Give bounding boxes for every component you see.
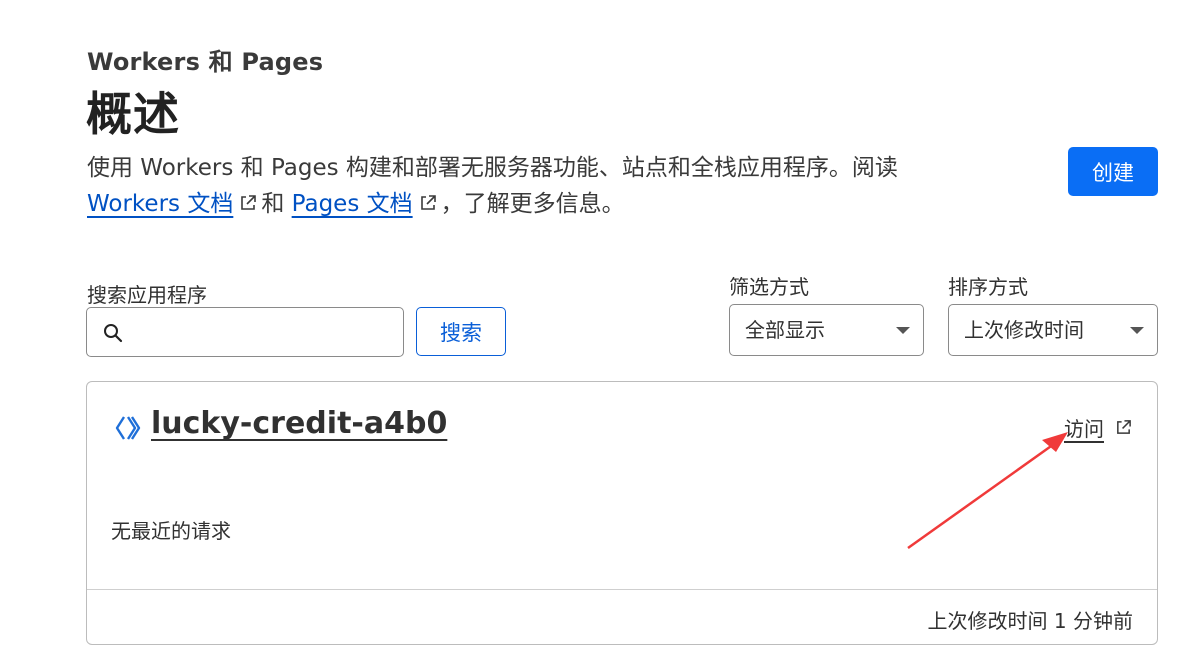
search-label: 搜索应用程序 [87, 283, 207, 307]
requests-status: 无最近的请求 [111, 519, 231, 543]
worker-icon [115, 415, 141, 445]
sort-selected-value: 上次修改时间 [964, 318, 1084, 342]
breadcrumb: Workers 和 Pages [87, 48, 324, 76]
filter-label: 筛选方式 [729, 275, 809, 299]
filter-select[interactable]: 全部显示 [729, 304, 924, 356]
search-icon [103, 323, 123, 347]
description-text-end: ，了解更多信息。 [440, 191, 625, 217]
description-text: 使用 Workers 和 Pages 构建和部署无服务器功能、站点和全栈应用程序… [87, 155, 898, 181]
filter-selected-value: 全部显示 [745, 318, 825, 342]
worker-card: lucky-credit-a4b0 访问 无最近的请求 上次修改时间 1 分钟前 [86, 381, 1158, 645]
worker-name-link[interactable]: lucky-credit-a4b0 [151, 406, 447, 441]
visit-link[interactable]: 访问 [1064, 413, 1104, 442]
create-button[interactable]: 创建 [1068, 147, 1158, 196]
search-field[interactable] [86, 307, 404, 357]
search-input[interactable] [131, 308, 399, 356]
last-modified-text: 上次修改时间 1 分钟前 [927, 609, 1133, 633]
page-description: 使用 Workers 和 Pages 构建和部署无服务器功能、站点和全栈应用程序… [87, 150, 967, 223]
chevron-down-icon [896, 327, 910, 334]
workers-docs-link[interactable]: Workers 文档 [87, 191, 233, 217]
search-button[interactable]: 搜索 [416, 307, 506, 356]
card-divider [87, 589, 1157, 590]
sort-select[interactable]: 上次修改时间 [948, 304, 1158, 356]
external-link-icon[interactable] [1115, 419, 1132, 440]
page-title: 概述 [86, 87, 180, 141]
external-link-icon [419, 187, 437, 223]
external-link-icon [239, 187, 257, 223]
sort-label: 排序方式 [948, 275, 1028, 299]
description-conjunction: 和 [261, 191, 285, 217]
pages-docs-link[interactable]: Pages 文档 [292, 191, 413, 217]
chevron-down-icon [1130, 327, 1144, 334]
